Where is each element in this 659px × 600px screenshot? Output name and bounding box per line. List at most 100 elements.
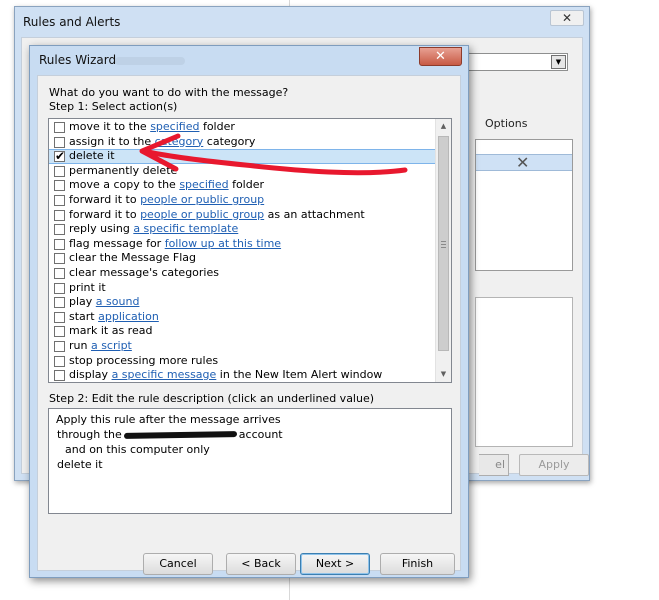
finish-button[interactable]: Finish [380,553,455,575]
action-link[interactable]: category [155,135,204,148]
rule-description-box: Apply this rule after the message arrive… [48,408,452,514]
action-text: flag message for [69,236,165,250]
title-blur [115,57,185,65]
action-item[interactable]: clear message's categories [49,266,437,281]
action-item[interactable]: play a sound [49,295,437,310]
action-text: delete it [69,149,115,163]
redacted-account [123,431,237,439]
action-checkbox[interactable] [54,370,65,382]
action-text: print it [69,280,106,294]
action-item[interactable]: clear the Message Flag [49,251,437,266]
action-checkbox[interactable] [54,165,65,177]
action-link[interactable]: a sound [96,295,140,308]
back-button[interactable]: < Back [226,553,296,575]
action-checkbox[interactable] [54,340,65,352]
action-text: mark it as read [69,324,153,338]
action-item[interactable]: stop processing more rules [49,354,437,369]
action-link[interactable]: people or public group [140,193,264,206]
action-text: as an attachment [264,207,365,221]
rules-and-alerts-combo[interactable]: ▼ [465,53,568,71]
action-item[interactable]: start application [49,310,437,325]
description-line: delete it [57,458,103,471]
action-text: folder [199,120,235,133]
action-text: forward it to [69,207,141,221]
action-checkbox[interactable] [54,297,65,309]
action-checkbox[interactable] [54,326,65,338]
action-checkbox[interactable] [54,224,65,236]
action-item[interactable]: forward it to people or public group [49,193,437,208]
action-checkbox[interactable] [54,355,65,367]
action-checkbox[interactable] [54,194,65,206]
rules-list[interactable]: ✕ [475,139,573,271]
action-text: assign it to the [69,134,155,148]
action-item[interactable]: flag message for follow up at this time [49,237,437,252]
action-link[interactable]: specified [179,178,228,191]
rules-and-alerts-description-box [475,297,573,447]
action-item[interactable]: print it [49,281,437,296]
step2-label: Step 2: Edit the rule description (click… [49,392,375,405]
rules-wizard-title: Rules Wizard [39,53,117,67]
rules-wizard-body: What do you want to do with the message?… [37,75,461,571]
description-line: and on this computer only [65,443,210,456]
action-text: stop processing more rules [69,353,219,367]
action-checkbox[interactable] [54,267,65,279]
scroll-up-icon[interactable]: ▲ [436,119,451,134]
action-checkbox[interactable] [54,282,65,294]
action-link[interactable]: specified [150,120,199,133]
rules-and-alerts-close-button[interactable]: ✕ [550,10,584,26]
cancel-button-partial[interactable]: el [479,454,509,476]
action-text: reply using [69,222,134,236]
action-checkbox[interactable] [54,180,65,192]
grip-icon [441,241,446,248]
action-text: display [69,368,112,382]
action-item[interactable]: permanently delete [49,164,437,179]
action-checkbox[interactable] [54,209,65,221]
action-text: in the New Item Alert window [216,368,383,382]
description-line: through the account [56,427,444,442]
scrollbar[interactable]: ▲ ▼ [435,119,451,382]
action-link[interactable]: people or public group [140,208,264,221]
action-item[interactable]: display a specific message in the New It… [49,368,437,382]
close-button[interactable]: ✕ [419,47,462,66]
scroll-thumb[interactable] [438,136,449,351]
action-text: start [69,309,99,323]
question-label: What do you want to do with the message? [49,86,289,99]
action-link[interactable]: a specific message [112,368,217,381]
scroll-down-icon[interactable]: ▼ [436,367,451,382]
action-list[interactable]: move it to the specified folder assign it… [48,118,452,383]
action-item[interactable]: move a copy to the specified folder [49,178,437,193]
action-item[interactable]: run a script [49,339,437,354]
action-checkbox[interactable]: ✔ [54,149,66,164]
action-checkbox[interactable] [54,253,65,265]
step1-label: Step 1: Select action(s) [49,100,178,113]
action-item[interactable]: assign it to the category category [49,135,437,150]
tab-options[interactable]: Options [485,117,527,130]
action-item[interactable]: forward it to people or public group as … [49,208,437,223]
action-link[interactable]: follow up at this time [165,237,281,250]
next-button[interactable]: Next > [300,553,370,575]
action-link[interactable]: application [98,310,159,323]
action-item[interactable]: mark it as read [49,324,437,339]
cancel-button[interactable]: Cancel [143,553,213,575]
action-checkbox[interactable] [54,311,65,323]
action-item[interactable]: reply using a specific template [49,222,437,237]
action-item[interactable]: ✔ delete it [49,149,437,164]
checkmark-icon: ✔ [55,149,66,164]
action-link[interactable]: a script [91,339,132,352]
action-item[interactable]: move it to the specified folder [49,120,437,135]
action-text: folder [228,178,265,192]
rules-list-selected-row[interactable]: ✕ [476,153,572,172]
description-line: Apply this rule after the message arrive… [56,413,281,426]
action-text: clear message's categories [69,265,219,279]
action-checkbox[interactable] [54,136,65,148]
chevron-down-icon[interactable]: ▼ [551,55,566,69]
delete-icon[interactable]: ✕ [516,153,529,172]
apply-button[interactable]: Apply [519,454,589,476]
action-text: run [69,338,91,352]
action-checkbox[interactable] [54,122,65,133]
action-link[interactable]: a specific template [133,222,238,235]
action-items: move it to the specified folder assign it… [49,120,437,382]
action-text: category [203,134,256,148]
action-checkbox[interactable] [54,238,65,250]
action-text: play [69,295,96,309]
